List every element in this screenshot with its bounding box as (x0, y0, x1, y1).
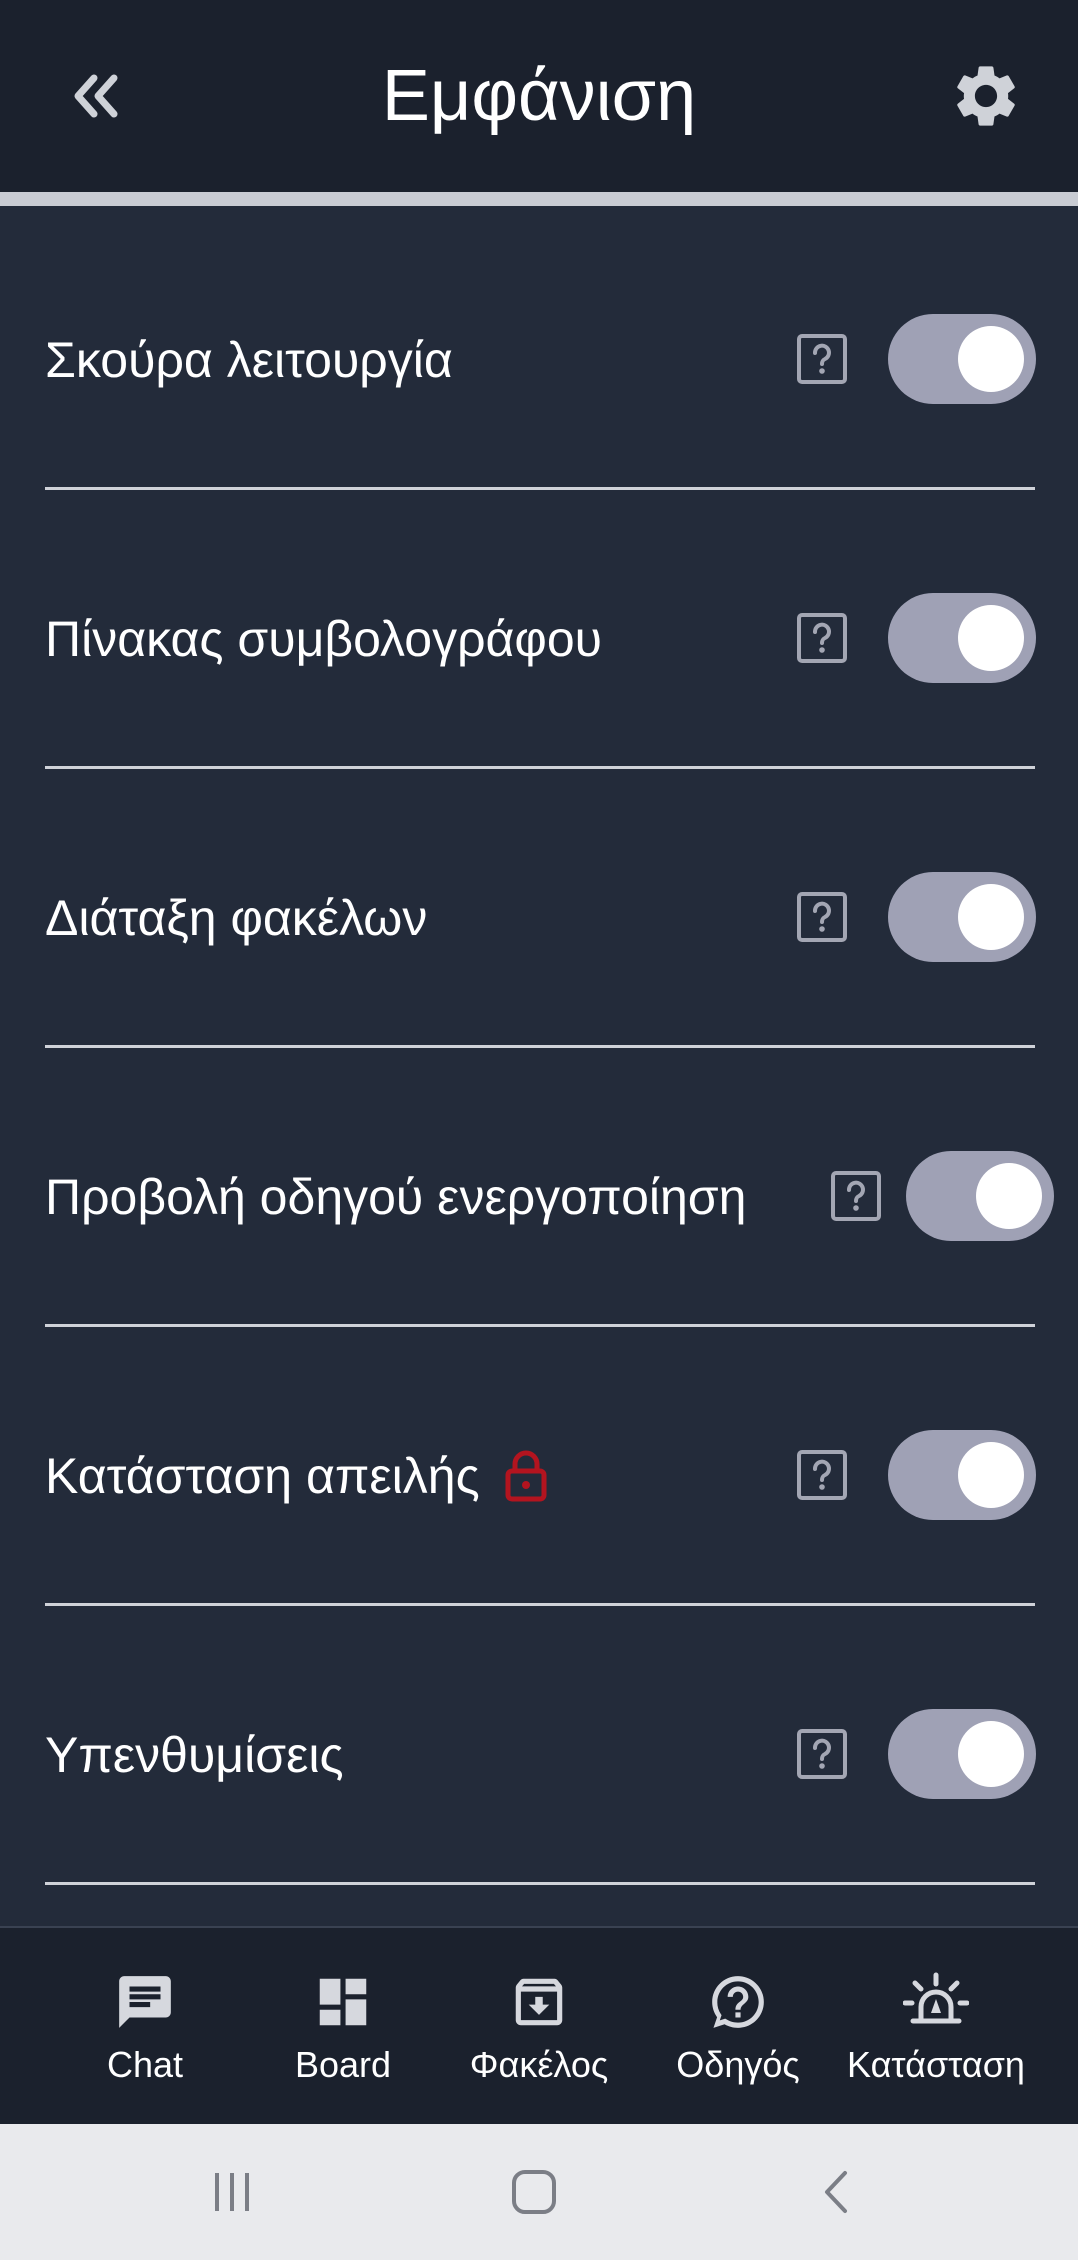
setting-label-container: Κατάσταση απειλής (45, 1336, 548, 1615)
nav-label: Φακέλος (469, 2044, 609, 2085)
recent-apps-icon (215, 2173, 249, 2211)
app-header (0, 0, 1078, 192)
system-navigation-bar (0, 2124, 1078, 2260)
setting-row-threat-status: Κατάσταση απειλής (0, 1336, 1078, 1615)
setting-label: Υπενθυμίσεις (45, 1726, 344, 1783)
chat-icon (114, 1970, 176, 2034)
help-button[interactable] (796, 1449, 848, 1501)
setting-label: Σκούρα λειτουργία (45, 331, 453, 388)
toggle-knob (976, 1163, 1042, 1229)
symbol-board-toggle[interactable] (888, 593, 1036, 683)
back-button[interactable] (60, 60, 132, 132)
help-icon (797, 334, 847, 384)
setting-row-symbol-board: Πίνακας συμβολογράφου (0, 499, 1078, 778)
nav-item-guide[interactable]: Οδηγός (643, 1928, 833, 2126)
system-back-button[interactable] (776, 2124, 896, 2260)
toggle-knob (958, 1442, 1024, 1508)
row-divider (45, 1882, 1035, 1885)
row-divider (45, 1045, 1035, 1048)
nav-label: Κατάσταση (847, 2044, 1025, 2085)
header-divider (0, 192, 1078, 206)
archive-icon (508, 1970, 570, 2034)
toggle-knob (958, 326, 1024, 392)
recent-apps-button[interactable] (172, 2124, 292, 2260)
help-bubble-icon (707, 1970, 769, 2034)
help-icon (797, 892, 847, 942)
lock-icon (504, 1450, 548, 1502)
guide-view-toggle[interactable] (906, 1151, 1054, 1241)
row-divider (45, 487, 1035, 490)
setting-label: Προβολή οδηγού ενεργοποίηση (45, 1168, 747, 1225)
nav-label: Board (294, 2044, 392, 2085)
setting-label: Πίνακας συμβολογράφου (45, 610, 603, 667)
toggle-knob (958, 884, 1024, 950)
help-button[interactable] (830, 1170, 882, 1222)
nav-item-board[interactable]: Board (248, 1928, 438, 2126)
help-icon (831, 1171, 881, 1221)
row-divider (45, 1324, 1035, 1327)
setting-row-reminders: Υπενθυμίσεις (0, 1615, 1078, 1894)
setting-row-guide-view: Προβολή οδηγού ενεργοποίηση (0, 1057, 1078, 1336)
nav-label: Chat (106, 2044, 184, 2085)
setting-row-dark-mode: Σκούρα λειτουργία (0, 220, 1078, 499)
reminders-toggle[interactable] (888, 1709, 1036, 1799)
home-button[interactable] (474, 2124, 594, 2260)
dark-mode-toggle[interactable] (888, 314, 1036, 404)
home-icon (512, 2170, 556, 2214)
setting-row-folder-layout: Διάταξη φακέλων (0, 778, 1078, 1057)
nav-item-status[interactable]: Κατάσταση (841, 1928, 1031, 2126)
help-button[interactable] (796, 1728, 848, 1780)
row-divider (45, 766, 1035, 769)
back-chevron-icon (825, 2171, 847, 2213)
dashboard-icon (312, 1970, 374, 2034)
help-icon (797, 613, 847, 663)
row-divider (45, 1603, 1035, 1606)
toggle-knob (958, 1721, 1024, 1787)
setting-label: Διάταξη φακέλων (45, 889, 428, 946)
settings-button[interactable] (946, 56, 1026, 136)
threat-status-toggle[interactable] (888, 1430, 1036, 1520)
double-chevron-left-icon (74, 74, 118, 118)
folder-layout-toggle[interactable] (888, 872, 1036, 962)
help-icon (797, 1450, 847, 1500)
nav-item-chat[interactable]: Chat (50, 1928, 240, 2126)
bottom-navigation: Chat Board Φακέλος Οδηγός Κατάσταση (0, 1926, 1078, 2126)
nav-item-folder[interactable]: Φακέλος (444, 1928, 634, 2126)
alarm-light-icon (903, 1970, 969, 2034)
help-button[interactable] (796, 612, 848, 664)
setting-label: Κατάσταση απειλής (45, 1447, 480, 1504)
gear-icon (957, 66, 1015, 126)
help-icon (797, 1729, 847, 1779)
nav-label: Οδηγός (676, 2044, 800, 2085)
help-button[interactable] (796, 333, 848, 385)
toggle-knob (958, 605, 1024, 671)
help-button[interactable] (796, 891, 848, 943)
